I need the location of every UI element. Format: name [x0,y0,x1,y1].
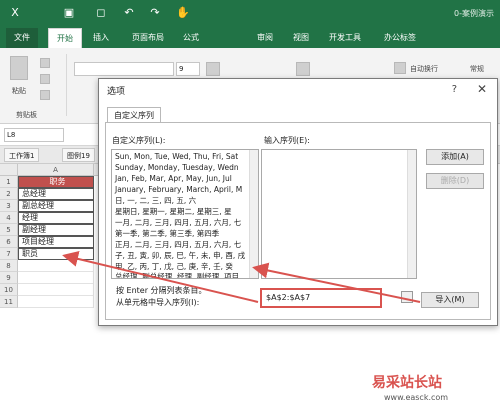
save-icon[interactable]: ▣ [62,6,76,20]
entries-scrollbar[interactable] [407,150,416,278]
divider [66,54,67,116]
align-top-icon[interactable] [296,62,310,76]
ribbon-tabs: 文件 开始 插入 页面布局 公式 审阅 视图 开发工具 办公标签 [0,28,500,48]
cell-a6[interactable]: 项目经理 [18,236,94,248]
wrap-text-icon[interactable] [394,62,406,74]
list-entries-label: 输入序列(E): [264,136,310,145]
custom-lists-label: 自定义序列(L): [112,136,166,145]
font-name-select[interactable] [74,62,174,76]
tab-file[interactable]: 文件 [6,28,38,48]
import-label: 从单元格中导入序列(I): [116,298,200,307]
row-header[interactable]: 8 [0,260,18,272]
clipboard-group-label: 剪贴板 [16,111,37,119]
cell-a9[interactable] [18,272,94,284]
name-box[interactable]: L8 [4,128,64,142]
row-header[interactable]: 3 [0,200,18,212]
cell-a5[interactable]: 副经理 [18,224,94,236]
cell-a7[interactable]: 职员 [18,248,94,260]
tab-page-layout[interactable]: 页面布局 [124,28,172,48]
row-header[interactable]: 7 [0,248,18,260]
tab-office-tab[interactable]: 办公标签 [376,28,424,48]
cell-a8[interactable] [18,260,94,272]
row-header[interactable]: 5 [0,224,18,236]
row-header[interactable]: 9 [0,272,18,284]
close-icon[interactable]: ✕ [477,82,487,96]
watermark-url: www.easck.com [384,393,449,402]
row-header[interactable]: 6 [0,236,18,248]
redo-icon[interactable]: ↷ [148,6,162,20]
cell-a10[interactable] [18,284,94,296]
cell-a1[interactable]: 职务 [18,176,94,188]
list-entries-textbox[interactable] [261,149,417,279]
document-title: 0-案例演示 [454,9,494,18]
format-painter-icon[interactable] [40,90,50,100]
workbook-tab-1[interactable]: 工作簿1 [4,148,40,162]
custom-lists-listbox[interactable]: Sun, Mon, Tue, Wed, Thu, Fri, Sat Sunday… [111,149,259,279]
row-header[interactable]: 10 [0,284,18,296]
title-bar: X ▣ ◻ ↶ ↷ ✋ 0-案例演示 [0,0,500,28]
options-dialog: 选项 ? ✕ 自定义序列 自定义序列(L): 输入序列(E): Sun, Mon… [98,78,498,326]
row-header[interactable]: 1 [0,176,18,188]
cell-a4[interactable]: 经理 [18,212,94,224]
tab-home[interactable]: 开始 [48,28,82,48]
help-icon[interactable]: ? [452,84,457,95]
range-selector-icon[interactable] [401,291,413,303]
number-format-select[interactable]: 常规 [470,64,484,74]
import-button[interactable]: 导入(M) [421,292,479,308]
row-header[interactable]: 4 [0,212,18,224]
cut-icon[interactable] [40,58,50,68]
workbook-tab-2[interactable]: 图例19 [62,148,95,162]
font-size-select[interactable]: 9 [176,62,200,76]
enter-hint-text: 按 Enter 分隔列表条目。 [116,286,207,295]
cell-a3[interactable]: 副总经理 [18,200,94,212]
delete-button[interactable]: 删除(D) [426,173,484,189]
excel-logo-icon: X [11,6,19,19]
tab-developer[interactable]: 开发工具 [322,28,368,48]
tab-insert[interactable]: 插入 [86,28,116,48]
row-header[interactable]: 2 [0,188,18,200]
tab-formulas[interactable]: 公式 [176,28,206,48]
listbox-scrollbar[interactable] [249,150,258,278]
increase-font-icon[interactable] [206,62,220,76]
import-range-input[interactable]: $A$2:$A$7 [260,288,382,308]
cell-a2[interactable]: 总经理 [18,188,94,200]
paste-label: 粘贴 [12,87,26,95]
save-icon-2[interactable]: ◻ [94,6,108,20]
paste-icon[interactable] [10,56,28,80]
copy-icon[interactable] [40,74,50,84]
list-item[interactable]: 总经理, 副总经理, 经理, 副经理, 项目 [115,271,239,278]
tab-review[interactable]: 审阅 [250,28,280,48]
row-header[interactable]: 11 [0,296,18,308]
cell-a11[interactable] [18,296,94,308]
dialog-title: 选项 [107,87,126,97]
add-button[interactable]: 添加(A) [426,149,484,165]
dialog-title-bar: 选项 ? ✕ [99,79,497,101]
tab-custom-lists[interactable]: 自定义序列 [107,107,161,123]
select-all-corner[interactable] [0,164,18,176]
watermark-logo: 易采站长站 [372,375,442,391]
wrap-text-label[interactable]: 自动换行 [410,64,438,74]
tab-view[interactable]: 视图 [286,28,316,48]
touch-mode-icon[interactable]: ✋ [176,6,190,20]
undo-icon[interactable]: ↶ [122,6,136,20]
column-header-a[interactable]: A [18,164,94,176]
